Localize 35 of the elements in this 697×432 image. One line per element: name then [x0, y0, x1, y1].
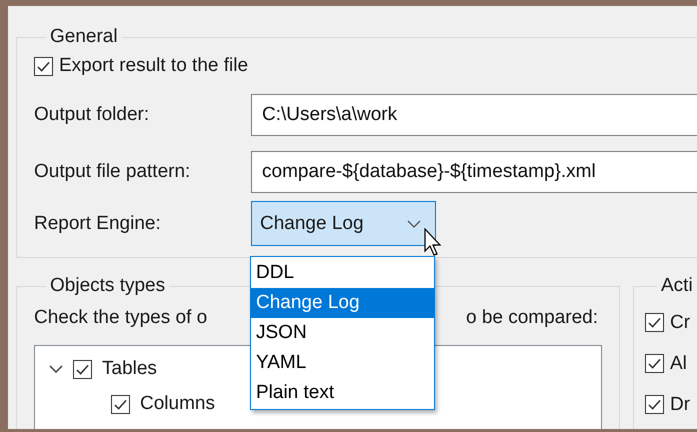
checkbox-label: Export result to the file — [59, 55, 248, 77]
field-label: Output folder: — [34, 104, 150, 126]
group-title: Objects types — [49, 275, 166, 297]
input-field[interactable]: compare-${database}-${timestamp}.xml — [251, 151, 697, 193]
check-mark-icon — [648, 399, 661, 410]
tree-item[interactable]: Columns — [140, 393, 215, 415]
hint-text: Check the types of o — [34, 307, 208, 329]
field-label: Report Engine: — [34, 212, 162, 234]
hint-text: o be compared: — [466, 307, 598, 329]
input-field[interactable]: C:\Users\a\work — [251, 94, 697, 136]
tree-item[interactable]: Tables — [102, 358, 157, 380]
checkbox-label: Al — [670, 352, 687, 374]
checkbox[interactable] — [73, 360, 92, 378]
checkbox-label: Dr — [670, 394, 690, 416]
group-title: General — [49, 26, 119, 48]
field-label: Output file pattern: — [34, 161, 192, 183]
checkbox[interactable] — [111, 394, 130, 414]
checkbox[interactable] — [645, 354, 664, 373]
checkbox-label: Cr — [670, 312, 690, 334]
check-mark-icon — [114, 398, 127, 410]
group-title: Acti — [660, 275, 694, 297]
dropdown-option[interactable]: YAML — [251, 348, 434, 378]
chevron-down-icon — [407, 220, 421, 228]
dropdown[interactable]: Change Log — [251, 201, 436, 246]
check-mark-icon — [37, 60, 50, 72]
checkbox[interactable] — [34, 56, 53, 76]
check-mark-icon — [648, 358, 661, 369]
check-mark-icon — [76, 364, 89, 374]
checkbox[interactable] — [645, 395, 664, 414]
dropdown-option[interactable]: DDL — [251, 258, 434, 288]
dropdown-option[interactable]: Plain text — [251, 378, 434, 408]
checkbox[interactable] — [645, 313, 664, 332]
check-mark-icon — [648, 317, 661, 328]
dropdown-option[interactable]: Change Log — [251, 288, 434, 318]
dropdown-option[interactable]: JSON — [251, 318, 434, 348]
